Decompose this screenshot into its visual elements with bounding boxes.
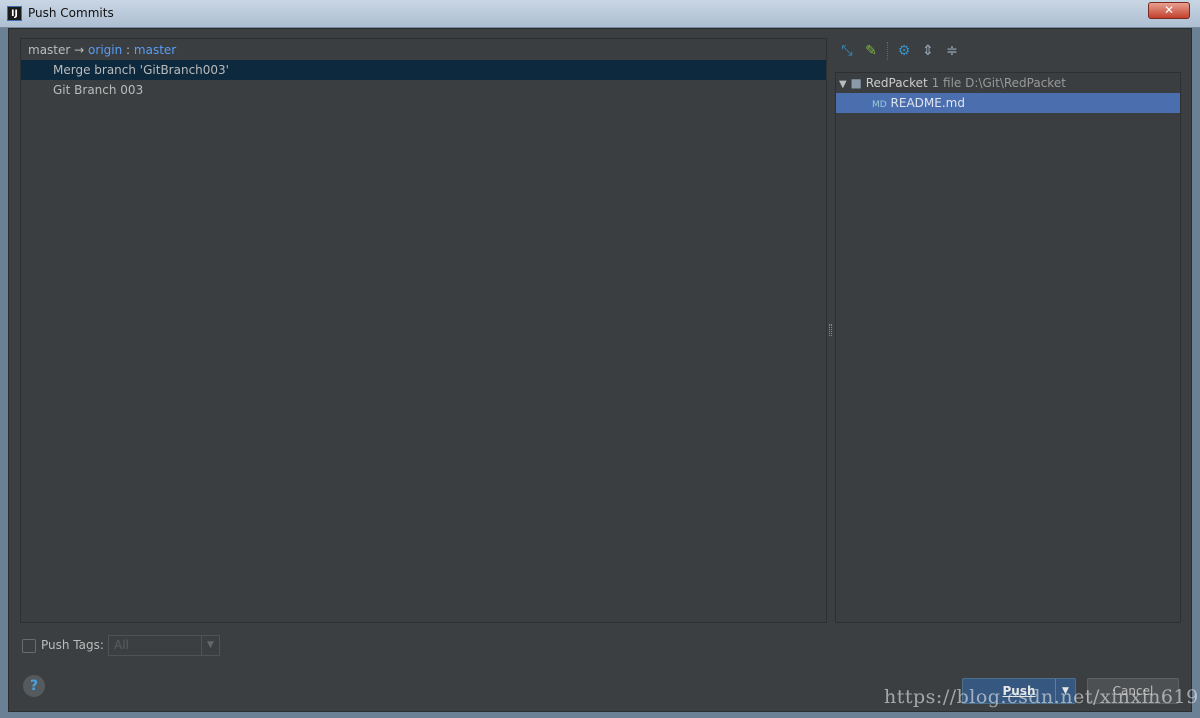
push-button[interactable]: Push ▼ [962, 678, 1076, 704]
repo-path: D:\Git\RedPacket [965, 76, 1066, 90]
intellij-app-icon: IJ [7, 6, 22, 21]
commit-item[interactable]: Merge branch 'GitBranch003' [21, 60, 826, 80]
toolbar-separator [887, 42, 888, 60]
file-name: README.md [890, 96, 965, 110]
commits-panel: master → origin : master Merge branch 'G… [20, 38, 827, 623]
separator: : [126, 43, 131, 57]
cancel-button[interactable]: Cancel [1087, 678, 1179, 704]
window-title: Push Commits [28, 6, 114, 20]
file-count: 1 file [931, 76, 962, 90]
push-commits-dialog: master → origin : master Merge branch 'G… [8, 28, 1192, 712]
repo-node[interactable]: ▼ ■ RedPacket 1 file D:\Git\RedPacket [836, 73, 1180, 93]
push-tags-checkbox[interactable] [22, 639, 36, 653]
commit-item[interactable]: Git Branch 003 [21, 80, 826, 100]
expand-all-icon[interactable]: ⇕ [920, 43, 936, 59]
expand-triangle-icon[interactable]: ▼ [839, 79, 847, 90]
push-tags-label: Push Tags: [41, 638, 104, 652]
folder-icon: ■ [850, 76, 862, 90]
file-item[interactable]: MD README.md [836, 93, 1180, 113]
remote-name[interactable]: origin [88, 43, 122, 57]
branch-header: master → origin : master [21, 40, 826, 60]
tags-select-value: All [114, 638, 129, 652]
help-button[interactable]: ? [23, 675, 45, 697]
settings-icon[interactable]: ⚙ [896, 43, 912, 59]
splitter-handle[interactable] [829, 324, 832, 336]
collapse-all-icon[interactable]: ≑ [944, 43, 960, 59]
local-branch: master [28, 43, 71, 57]
changed-files-panel: ▼ ■ RedPacket 1 file D:\Git\RedPacket MD… [835, 72, 1181, 623]
tags-select[interactable]: All ▼ [108, 635, 220, 656]
repo-name: RedPacket [865, 76, 928, 90]
remote-branch[interactable]: master [134, 43, 176, 57]
push-label: Push [1002, 684, 1036, 698]
markdown-file-icon: MD [872, 100, 887, 110]
show-diff-icon[interactable]: ⤡ [839, 43, 855, 59]
chevron-down-icon: ▼ [201, 636, 219, 655]
changes-toolbar: ⤡ ✎ ⚙ ⇕ ≑ [839, 40, 960, 62]
push-dropdown-icon[interactable]: ▼ [1055, 679, 1075, 703]
close-button[interactable]: ✕ [1148, 2, 1190, 19]
title-bar: IJ Push Commits ✕ [0, 0, 1200, 28]
edit-source-icon[interactable]: ✎ [863, 43, 879, 59]
arrow-icon: → [74, 43, 85, 57]
